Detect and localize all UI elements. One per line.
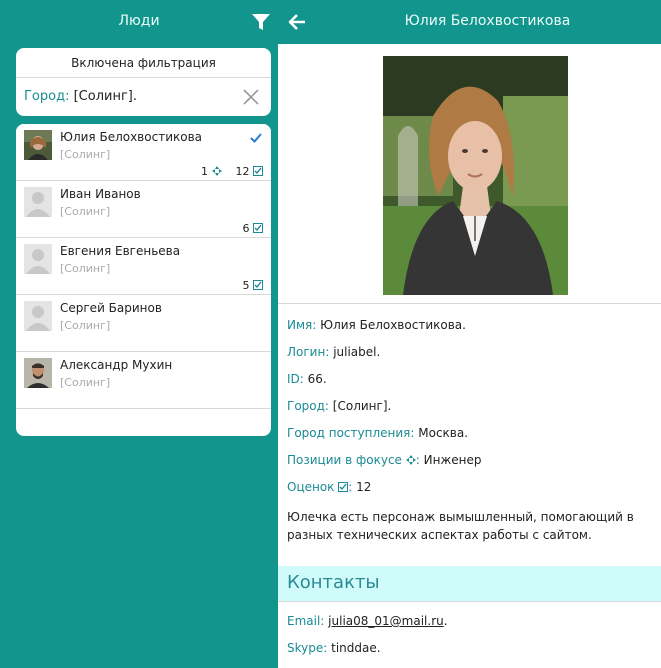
profile-photo [383,56,568,295]
email-link[interactable]: julia08_01@mail.ru [328,614,444,628]
filter-heading: Включена фильтрация [16,48,271,78]
detail-entry-city: Город поступления: Москва. [287,426,468,440]
detail-city-label: Город: [287,399,329,413]
list-item[interactable]: Сергей Баринов [Солинг] [16,295,271,352]
detail-login: Логин: juliabel. [287,345,380,359]
detail-name-label: Имя: [287,318,317,332]
close-icon[interactable] [242,88,260,106]
people-panel: Люди Включена фильтрация Город: [Солинг]… [0,0,278,668]
arrow-left-icon[interactable] [288,13,306,31]
profile-header: Юлия Белохвостикова [278,0,661,44]
skype-label: Skype: [287,641,328,655]
person-name: Юлия Белохвостикова [60,130,203,144]
avatar [24,358,52,388]
detail-city-value: [Солинг]. [332,399,392,413]
profile-title: Юлия Белохвостикова [404,13,571,29]
email-label: Email: [287,614,325,628]
ratings-count: 12 [235,165,250,178]
profile-about: Юлечка есть персонаж вымышленный, помога… [287,510,634,542]
skype-value: tinddae. [331,641,381,655]
detail-login-value: juliabel. [333,345,381,359]
contact-skype: Skype: tinddae. [287,641,381,655]
person-city: [Солинг] [60,205,111,218]
person-stats: 5 [242,279,263,292]
detail-name: Имя: Юлия Белохвостикова. [287,318,466,332]
filter-label: Город: [Солинг]. [24,89,137,104]
contacts-title: Контакты [287,572,380,593]
list-item[interactable]: Иван Иванов [Солинг] 6 [16,181,271,238]
person-city: [Солинг] [60,148,111,161]
list-item[interactable]: Евгения Евгеньева [Солинг] 5 [16,238,271,295]
detail-id-value: 66. [307,372,327,386]
filter-value: [Солинг]. [73,89,138,104]
avatar [24,130,52,160]
detail-ratings-value: 12 [356,480,372,494]
person-name: Сергей Баринов [60,301,162,315]
detail-ratings: Оценок : 12 [287,480,372,494]
avatar-placeholder [24,301,52,331]
filter-icon[interactable] [251,12,271,32]
profile-panel: Юлия Белохвостикова Имя: Юлия Белохвости… [278,0,661,668]
person-city: [Солинг] [60,376,111,389]
focus-icon [211,166,222,176]
detail-entry-city-value: Москва. [418,426,469,440]
ratings-count: 6 [242,222,250,235]
list-item[interactable]: Александр Мухин [Солинг] [16,352,271,409]
check-icon [250,133,262,143]
filter-row: Город: [Солинг]. [16,78,271,116]
person-city: [Солинг] [60,262,111,275]
avatar-placeholder [24,187,52,217]
detail-city: Город: [Солинг]. [287,399,391,413]
detail-name-value: Юлия Белохвостикова. [320,318,466,332]
rating-check-icon [338,482,349,492]
email-suffix: . [443,614,448,628]
people-title: Люди [118,13,160,29]
ratings-count: 5 [242,279,250,292]
detail-focus: Позиции в фокусе : Инженер [287,453,482,467]
rating-check-icon [253,280,263,290]
detail-id: ID: 66. [287,372,327,386]
filter-label-text: Город: [24,89,70,104]
list-item[interactable]: Юлия Белохвостикова [Солинг] 1 12 [16,124,271,181]
filter-box: Включена фильтрация Город: [Солинг]. [16,48,271,116]
people-list: Юлия Белохвостикова [Солинг] 1 12 Иван И… [16,124,271,436]
person-name: Евгения Евгеньева [60,244,181,258]
contacts-section-header: Контакты [278,566,661,602]
contact-email: Email: julia08_01@mail.ru. [287,614,448,628]
focus-count: 1 [201,165,208,178]
profile-details: Имя: Юлия Белохвостикова. Логин: juliabe… [278,303,661,542]
people-header: Люди [0,0,278,44]
person-city: [Солинг] [60,319,111,332]
person-name: Иван Иванов [60,187,141,201]
person-name: Александр Мухин [60,358,173,372]
avatar-placeholder [24,244,52,274]
detail-id-label: ID: [287,372,304,386]
detail-focus-value: Инженер [423,453,482,467]
rating-check-icon [253,223,263,233]
person-stats: 1 12 [201,165,263,178]
detail-entry-city-label: Город поступления: [287,426,415,440]
detail-focus-label: Позиции в фокусе [287,453,402,467]
detail-ratings-label: Оценок [287,480,335,494]
person-stats: 6 [242,222,263,235]
focus-icon [405,455,416,465]
rating-check-icon [253,166,263,176]
detail-login-label: Логин: [287,345,330,359]
